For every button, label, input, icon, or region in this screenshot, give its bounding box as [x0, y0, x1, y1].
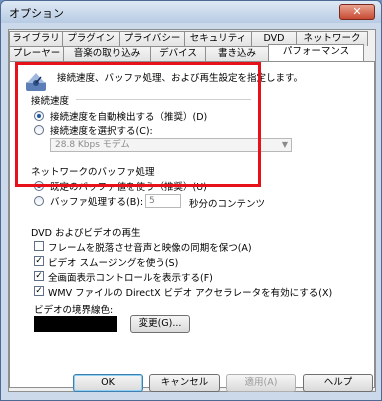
custom-buffer-radio[interactable]: [34, 196, 44, 206]
buffer-seconds-suffix: 秒分のコンテンツ: [189, 199, 266, 210]
close-button[interactable]: ✕: [339, 4, 375, 20]
chevron-down-icon: ▼: [281, 140, 288, 149]
directx-accel-checkbox[interactable]: ✓: [34, 286, 44, 296]
tab-rip-music[interactable]: 音楽の取り込み: [63, 46, 151, 61]
tab-burn[interactable]: 書き込み: [205, 46, 269, 61]
border-color-swatch: [34, 316, 117, 332]
title-bar[interactable]: オプション ✕: [1, 1, 381, 23]
drop-frames-checkbox[interactable]: [34, 241, 44, 251]
ok-button[interactable]: OK: [73, 374, 143, 392]
video-border-color-label: ビデオの境界線色:: [34, 305, 114, 316]
apply-button[interactable]: 適用(A): [226, 374, 296, 392]
tab-performance[interactable]: パフォーマンス: [268, 44, 364, 61]
highlight-box: [15, 62, 261, 187]
tab-plugins[interactable]: プラグイン: [62, 31, 120, 46]
help-button[interactable]: ヘルプ: [303, 374, 373, 392]
cancel-button[interactable]: キャンセル: [149, 374, 220, 392]
dvd-video-heading: DVD およびビデオの再生: [31, 228, 141, 239]
directx-accel-label[interactable]: WMV ファイルの DirectX ビデオ アクセラレータを有効にする(X): [48, 285, 332, 299]
tab-security[interactable]: セキュリティ: [184, 31, 252, 46]
tab-devices[interactable]: デバイス: [150, 46, 206, 61]
custom-buffer-label[interactable]: バッファ処理する(B):: [50, 194, 143, 208]
buffer-seconds-input[interactable]: 5: [145, 194, 181, 208]
options-window: オプション ✕ ライブラリ プラグイン プライバシー セキュリティ DVD ネッ…: [0, 0, 382, 401]
video-smoothing-checkbox[interactable]: ✓: [34, 256, 44, 266]
tab-player[interactable]: プレーヤー: [9, 46, 64, 61]
drop-frames-label[interactable]: フレームを脱落させ音声と映像の同期を保つ(A): [48, 240, 252, 254]
fullscreen-controls-label[interactable]: 全画面表示コントロールを表示する(F): [48, 270, 213, 284]
fullscreen-controls-checkbox[interactable]: ✓: [34, 271, 44, 281]
tab-row-2: プレーヤー 音楽の取り込み デバイス 書き込み パフォーマンス: [9, 44, 364, 61]
window-title: オプション: [9, 7, 64, 20]
tab-privacy[interactable]: プライバシー: [119, 31, 185, 46]
video-smoothing-label[interactable]: ビデオ スムージングを使う(S): [48, 255, 178, 269]
tab-library[interactable]: ライブラリ: [9, 31, 63, 46]
change-color-button[interactable]: 変更(G)...: [130, 315, 190, 333]
